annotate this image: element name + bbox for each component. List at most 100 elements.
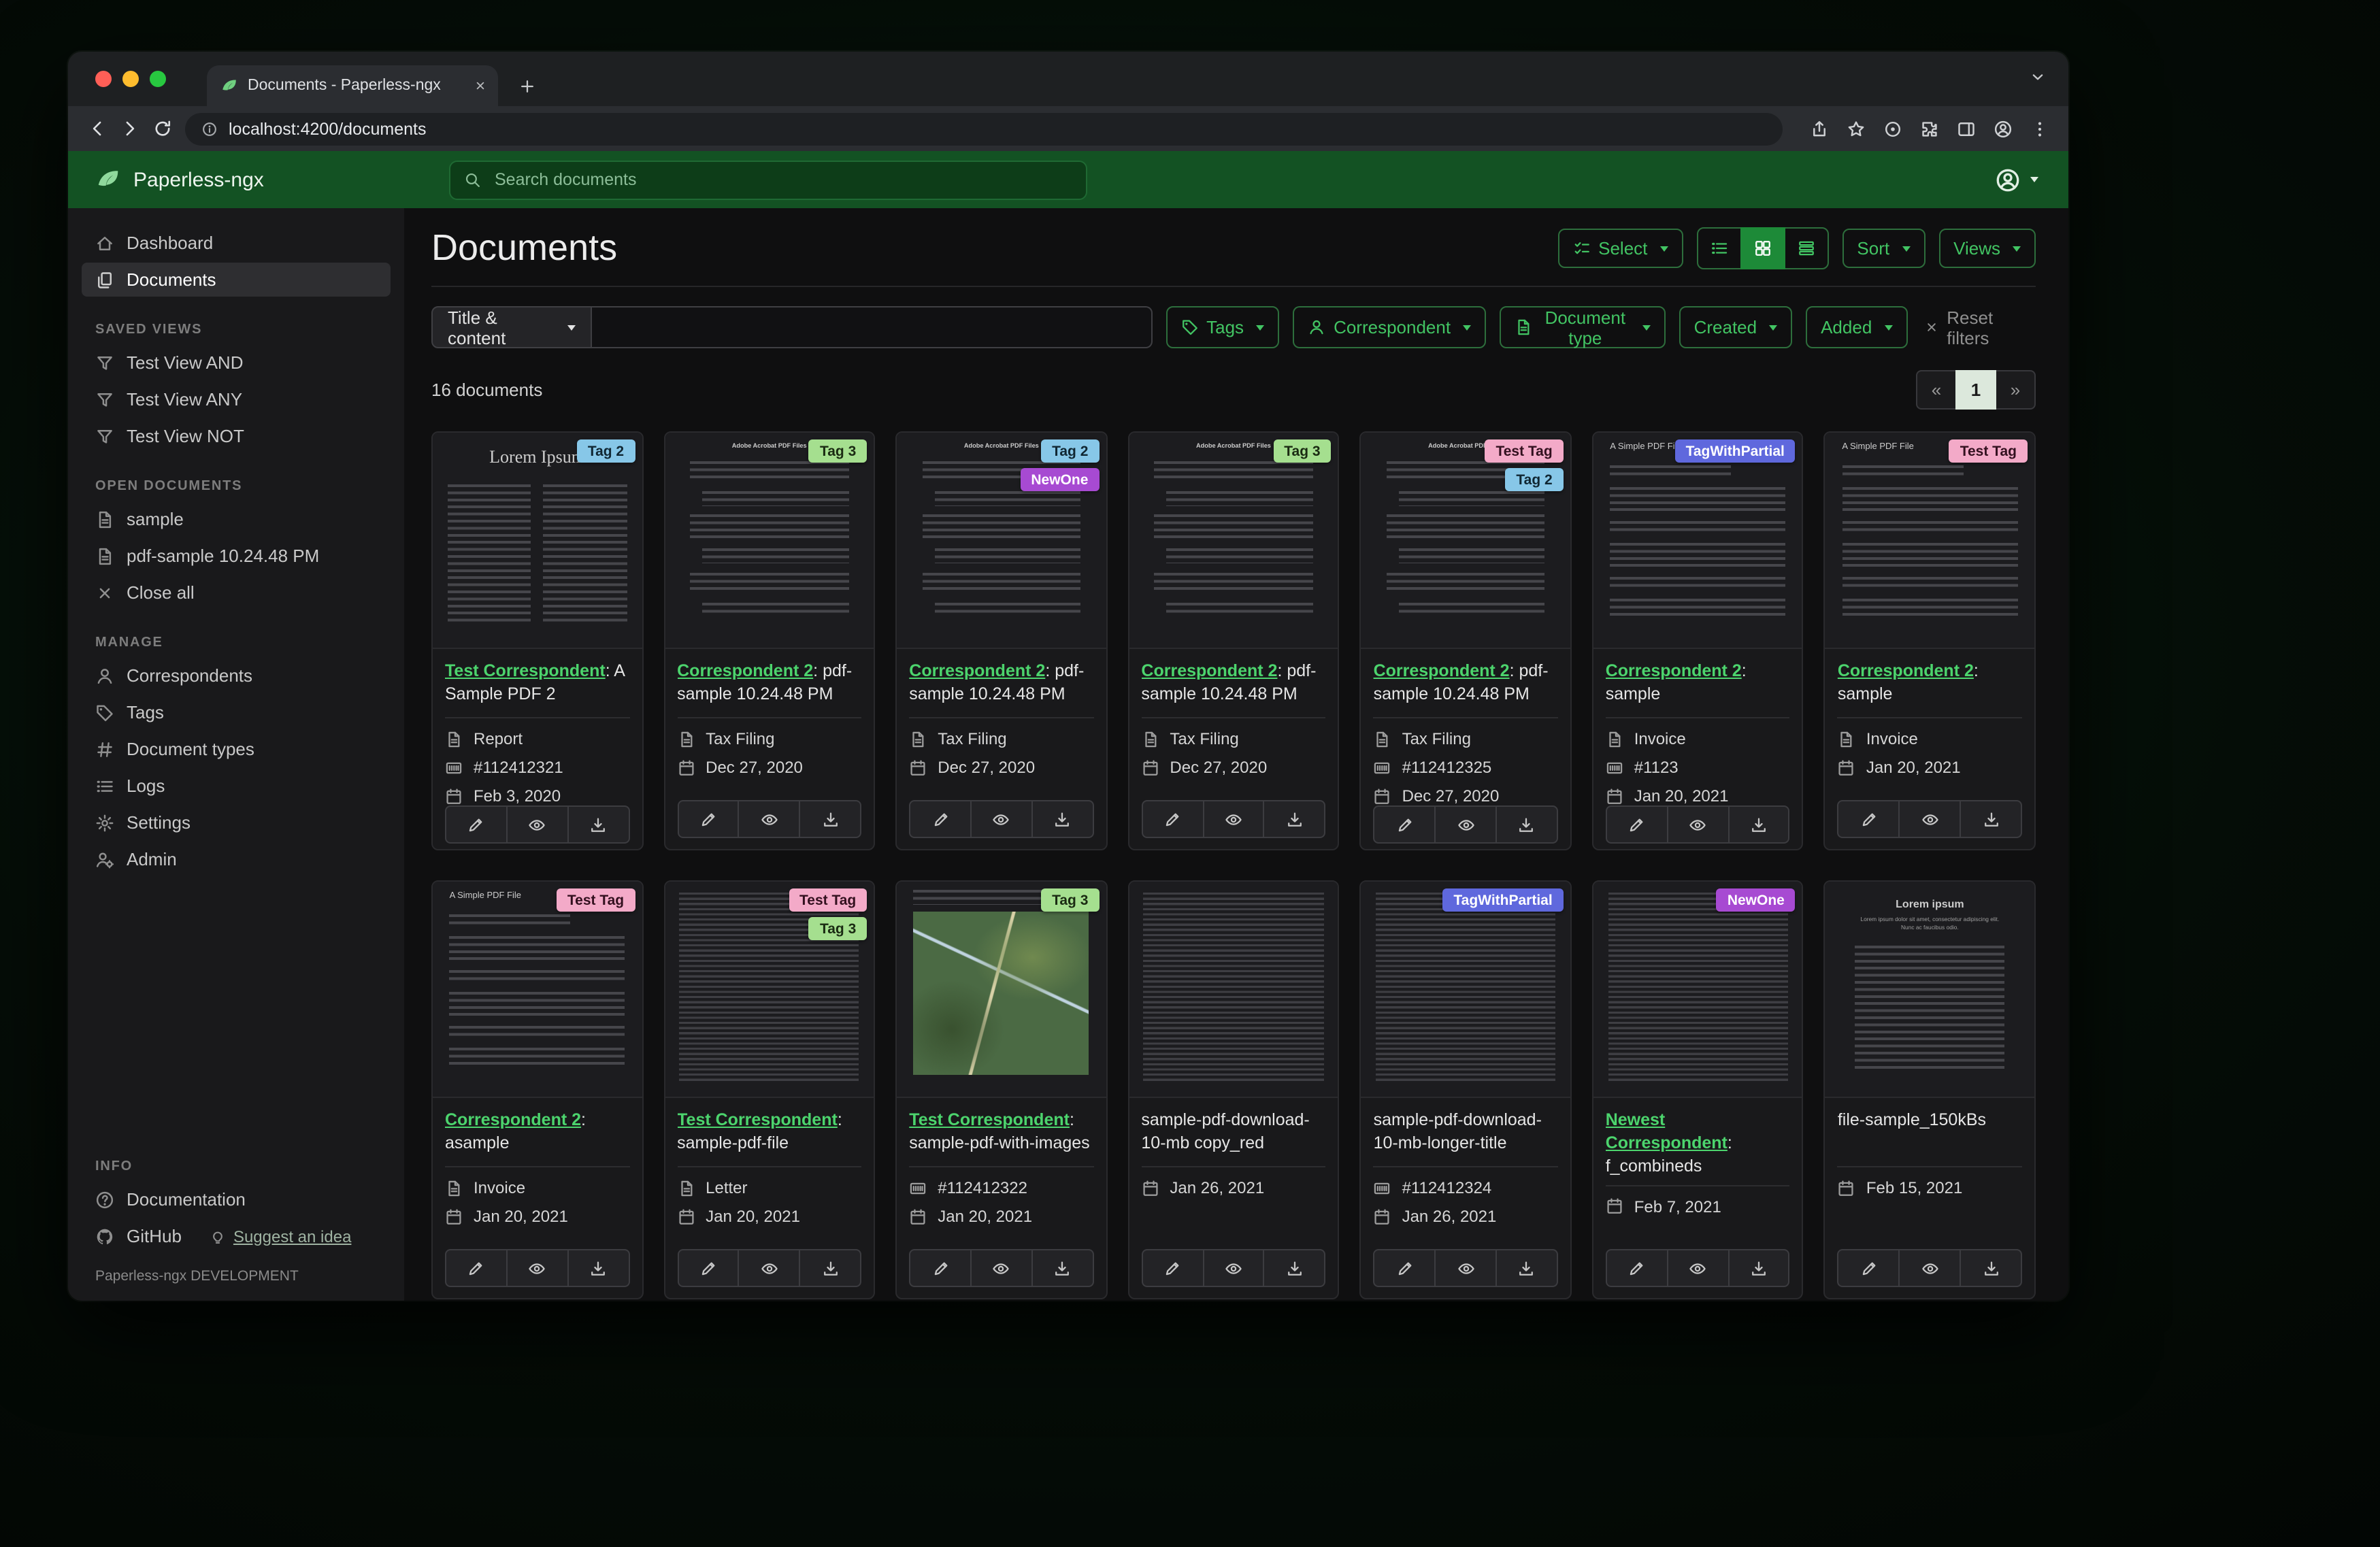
bookmark-star-icon[interactable] xyxy=(1847,119,1866,138)
sidebar-item-documentation[interactable]: Documentation xyxy=(82,1182,391,1216)
download-document-button[interactable] xyxy=(1031,800,1094,838)
download-document-button[interactable] xyxy=(1728,805,1790,844)
sidebar-item-dashboard[interactable]: Dashboard xyxy=(82,226,391,260)
edit-document-button[interactable] xyxy=(909,800,972,838)
document-title[interactable]: sample-pdf-download-10-mb-longer-title xyxy=(1374,1109,1558,1159)
download-document-button[interactable] xyxy=(799,1249,862,1287)
document-title[interactable]: file-sample_150kBs xyxy=(1838,1109,2022,1159)
sort-button[interactable]: Sort xyxy=(1842,229,1926,268)
tag-badge[interactable]: Test Tag xyxy=(1949,439,2028,463)
document-thumbnail[interactable]: A Simple PDF File TagWithPartial xyxy=(1593,433,1802,649)
views-button[interactable]: Views xyxy=(1938,229,2036,268)
correspondent-link[interactable]: Test Correspondent xyxy=(909,1110,1070,1129)
edit-document-button[interactable] xyxy=(1141,800,1204,838)
download-document-button[interactable] xyxy=(1495,1249,1558,1287)
share-icon[interactable] xyxy=(1810,119,1829,138)
download-document-button[interactable] xyxy=(1728,1249,1790,1287)
view-document-button[interactable] xyxy=(738,800,801,838)
view-document-button[interactable] xyxy=(1202,800,1265,838)
pinned-extension-icon[interactable] xyxy=(1883,119,1902,138)
download-document-button[interactable] xyxy=(1960,1249,2022,1287)
document-card[interactable]: Adobe Acrobat PDF Files Test Tag Tag 2 Corr… xyxy=(1359,431,1572,850)
view-document-button[interactable] xyxy=(1898,800,1962,838)
detail-view-button[interactable] xyxy=(1783,227,1829,269)
document-title[interactable]: Newest Correspondent: f_combineds xyxy=(1606,1109,1790,1178)
sidebar-item-test-view-any[interactable]: Test View ANY xyxy=(82,382,391,416)
document-card[interactable]: Adobe Acrobat PDF Files Tag 3 Corresponden… xyxy=(1127,431,1340,850)
document-title[interactable]: Correspondent 2: pdf-sample 10.24.48 PM xyxy=(1374,660,1558,710)
view-document-button[interactable] xyxy=(1666,1249,1730,1287)
document-thumbnail[interactable] xyxy=(1129,882,1338,1098)
document-card[interactable]: sample-pdf-download-10-mb copy_red Jan 26… xyxy=(1127,880,1340,1299)
sidebar-item-sample[interactable]: sample xyxy=(82,502,391,536)
document-thumbnail[interactable]: TagWithPartial xyxy=(1361,882,1570,1098)
edit-document-button[interactable] xyxy=(1605,805,1668,844)
sidebar-item-correspondents[interactable]: Correspondents xyxy=(82,659,391,693)
download-document-button[interactable] xyxy=(1495,805,1558,844)
previous-page-button[interactable]: « xyxy=(1916,370,1957,410)
view-document-button[interactable] xyxy=(1898,1249,1962,1287)
tag-badge[interactable]: Tag 3 xyxy=(808,439,867,463)
view-document-button[interactable] xyxy=(1666,805,1730,844)
filter-query-input[interactable] xyxy=(591,306,1153,348)
edit-document-button[interactable] xyxy=(1373,1249,1436,1287)
edit-document-button[interactable] xyxy=(1141,1249,1204,1287)
tag-badge[interactable]: TagWithPartial xyxy=(1442,888,1564,912)
document-thumbnail[interactable]: Adobe Acrobat PDF Files Test Tag Tag 2 xyxy=(1361,433,1570,649)
tab-search-icon[interactable] xyxy=(2029,68,2047,86)
view-document-button[interactable] xyxy=(970,800,1033,838)
correspondent-link[interactable]: Newest Correspondent xyxy=(1606,1110,1728,1152)
document-card[interactable]: Adobe Acrobat PDF Files Tag 2 NewOne Corres… xyxy=(895,431,1108,850)
view-document-button[interactable] xyxy=(1434,805,1497,844)
filter-added-button[interactable]: Added xyxy=(1806,306,1908,348)
sidebar-item-document-types[interactable]: Document types xyxy=(82,732,391,766)
browser-profile-icon[interactable] xyxy=(1994,119,2013,138)
grid-view-button[interactable] xyxy=(1740,227,1785,269)
correspondent-link[interactable]: Correspondent 2 xyxy=(1838,661,1974,680)
document-thumbnail[interactable]: Lorem ipsum Lorem ipsum dolor sit amet, c… xyxy=(1825,882,2034,1098)
tag-badge[interactable]: NewOne xyxy=(1020,468,1100,492)
extensions-puzzle-icon[interactable] xyxy=(1920,119,1939,138)
download-document-button[interactable] xyxy=(567,1249,630,1287)
correspondent-link[interactable]: Correspondent 2 xyxy=(677,661,813,680)
document-thumbnail[interactable]: Adobe Acrobat PDF Files Tag 3 xyxy=(1129,433,1338,649)
back-icon[interactable] xyxy=(87,118,108,139)
edit-document-button[interactable] xyxy=(445,805,508,844)
view-document-button[interactable] xyxy=(506,1249,569,1287)
sidebar-item-admin[interactable]: Admin xyxy=(82,842,391,876)
document-title[interactable]: Correspondent 2: sample xyxy=(1606,660,1790,710)
tab-close-icon[interactable] xyxy=(474,79,487,93)
filter-tags-button[interactable]: Tags xyxy=(1166,306,1280,348)
document-title[interactable]: sample-pdf-download-10-mb copy_red xyxy=(1141,1109,1325,1159)
correspondent-link[interactable]: Correspondent 2 xyxy=(445,1110,581,1129)
filter-document-type-button[interactable]: Document type xyxy=(1500,306,1666,348)
download-document-button[interactable] xyxy=(567,805,630,844)
filter-created-button[interactable]: Created xyxy=(1679,306,1793,348)
browser-menu-icon[interactable] xyxy=(2030,119,2049,138)
tag-badge[interactable]: Tag 3 xyxy=(1041,888,1100,912)
view-document-button[interactable] xyxy=(1434,1249,1497,1287)
reload-icon[interactable] xyxy=(152,118,173,139)
list-view-button[interactable] xyxy=(1696,227,1742,269)
maximize-window-button[interactable] xyxy=(150,71,166,87)
document-thumbnail[interactable]: Adobe Acrobat PDF Files Tag 2 NewOne xyxy=(897,433,1106,649)
document-card[interactable]: A Simple PDF File Test Tag Correspondent 2… xyxy=(431,880,644,1299)
sidebar-item-test-view-and[interactable]: Test View AND xyxy=(82,346,391,380)
tag-badge[interactable]: Tag 2 xyxy=(576,439,635,463)
sidebar-item-test-view-not[interactable]: Test View NOT xyxy=(82,419,391,453)
sidebar-item-settings[interactable]: Settings xyxy=(82,805,391,839)
document-thumbnail[interactable]: NewOne xyxy=(1593,882,1802,1098)
document-title[interactable]: Test Correspondent: sample-pdf-file xyxy=(677,1109,861,1159)
edit-document-button[interactable] xyxy=(909,1249,972,1287)
reset-filters-button[interactable]: Reset filters xyxy=(1923,307,2036,348)
filter-correspondent-button[interactable]: Correspondent xyxy=(1293,306,1487,348)
document-title[interactable]: Correspondent 2: pdf-sample 10.24.48 PM xyxy=(677,660,861,710)
edit-document-button[interactable] xyxy=(677,1249,740,1287)
tag-badge[interactable]: Tag 3 xyxy=(1273,439,1332,463)
tag-badge[interactable]: Test Tag xyxy=(556,888,635,912)
correspondent-link[interactable]: Correspondent 2 xyxy=(1374,661,1510,680)
side-panel-icon[interactable] xyxy=(1957,119,1976,138)
sidebar-item-close-all[interactable]: Close all xyxy=(82,576,391,610)
next-page-button[interactable]: » xyxy=(1995,370,2036,410)
tag-badge[interactable]: Test Tag xyxy=(789,888,867,912)
